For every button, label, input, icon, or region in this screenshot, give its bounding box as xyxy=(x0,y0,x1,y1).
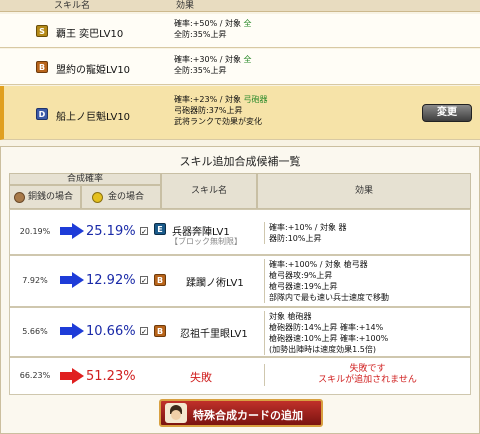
gold-coin-icon xyxy=(92,192,103,203)
effect-line: スキルが追加されません xyxy=(318,375,417,385)
copper-rate: 66.23% xyxy=(19,371,51,380)
candidate-skill-name: 忍祖千里眼LV1 xyxy=(180,329,248,340)
effect-target: 弓砲器 xyxy=(243,95,268,104)
copper-rate: 7.92% xyxy=(22,276,48,285)
skill-effect: 確率:+30% / 対象 全 全防:35%上昇 xyxy=(174,54,474,76)
effect-line: 槍砲器速:10%上昇 確率:+100% xyxy=(269,334,389,343)
fail-effect: 失敗です スキルが追加されません xyxy=(264,364,470,386)
checkbox[interactable]: ✓ xyxy=(140,276,148,285)
candidate-row-fail: 66.23% 51.23% 失敗 失敗です スキルが追加されません xyxy=(9,357,471,395)
col-rate: 合成確率 xyxy=(9,173,161,185)
effect-line: 部隊内で最も速い兵士速度で移動 xyxy=(269,293,389,302)
effect-line: 槍弓器攻:9%上昇 xyxy=(269,271,333,280)
skill-row: B 盟約の寵姫LV10 確率:+30% / 対象 全 全防:35%上昇 xyxy=(0,49,480,85)
effect-line: 槍砲器防:14%上昇 確率:+14% xyxy=(269,323,384,332)
copper-rate: 5.66% xyxy=(22,327,48,336)
candidate-skill-name: 蹂躙ノ術LV1 xyxy=(186,278,244,289)
gold-rate: 10.66% xyxy=(86,324,136,339)
arrow-right-icon xyxy=(60,323,84,339)
checkbox[interactable]: ✓ xyxy=(140,327,148,336)
skill-sub-note: 【ブロック無制限】 xyxy=(170,237,242,246)
effect-line: 失敗です xyxy=(349,364,386,374)
fail-label: 失敗 xyxy=(190,371,212,384)
candidate-effect: 確率:+100% / 対象 槍弓器 槍弓器攻:9%上昇 槍弓器速:19%上昇 部… xyxy=(264,259,470,303)
rank-b-icon: B xyxy=(154,325,166,337)
table-header: スキル名 効果 xyxy=(0,0,480,12)
rank-s-icon: S xyxy=(36,25,48,37)
effect-line: 対象 槍砲器 xyxy=(269,312,312,321)
effect-target: 全 xyxy=(243,55,252,64)
rank-d-icon: D xyxy=(36,108,48,120)
gold-rate: 51.23% xyxy=(86,369,136,384)
rank-b-icon: B xyxy=(154,274,166,286)
skill-effect: 確率:+23% / 対象 弓砲器 弓砲器防:37%上昇 武将ランクで効果が変化 xyxy=(174,94,414,127)
arrow-right-icon xyxy=(60,223,84,239)
col-effect: 効果 xyxy=(257,173,471,209)
skill-row: S 覇王 奕巴LV10 確率:+50% / 対象 全 全防:35%上昇 xyxy=(0,14,480,48)
effect-line: 槍弓器速:19%上昇 xyxy=(269,282,338,291)
col-gold-label: 金の場合 xyxy=(108,192,145,202)
copper-coin-icon xyxy=(14,192,25,203)
skill-name: 船上ノ巨魁LV10 xyxy=(56,112,131,123)
candidate-row: 7.92% 12.92% ✓ B 蹂躙ノ術LV1 確率:+100% / 対象 槍… xyxy=(9,255,471,307)
candidate-row: 20.19% 25.19% ✓ E 兵器奔陣LV1 【ブロック無制限】 確率:+… xyxy=(9,209,471,255)
gold-rate: 25.19% xyxy=(86,224,136,239)
col-copper-label: 銅銭の場合 xyxy=(28,192,74,202)
effect-detail: 全防:35%上昇 xyxy=(174,30,227,39)
effect-line: 確率:+10% / 対象 器 xyxy=(269,223,347,232)
effect-note: 武将ランクで効果が変化 xyxy=(174,117,262,126)
special-card-label: 特殊合成カードの追加 xyxy=(193,409,303,422)
arrow-right-icon xyxy=(60,272,84,288)
skill-name: 盟約の寵姫LV10 xyxy=(56,65,131,76)
effect-rate: 確率:+23% / 対象 xyxy=(174,95,244,104)
col-skill-name: スキル名 xyxy=(54,1,91,11)
effect-line: 確率:+100% / 対象 槍弓器 xyxy=(269,260,368,269)
effect-rate: 確率:+30% / 対象 xyxy=(174,55,244,64)
rank-e-icon: E xyxy=(154,223,166,235)
gold-rate: 12.92% xyxy=(86,273,136,288)
col-copper: 銅銭の場合 xyxy=(9,185,81,209)
effect-detail: 全防:35%上昇 xyxy=(174,66,227,75)
skill-row-selected[interactable]: D 船上ノ巨魁LV10 確率:+23% / 対象 弓砲器 弓砲器防:37%上昇 … xyxy=(0,86,480,140)
effect-detail: 弓砲器防:37%上昇 xyxy=(174,106,243,115)
skill-effect: 確率:+50% / 対象 全 全防:35%上昇 xyxy=(174,18,474,40)
effect-line: 器防:10%上昇 xyxy=(269,234,322,243)
arrow-right-icon xyxy=(60,368,84,384)
col-gold: 金の場合 xyxy=(81,185,161,209)
effect-target: 全 xyxy=(243,19,252,28)
checkbox[interactable]: ✓ xyxy=(140,227,148,236)
skill-name: 覇王 奕巴LV10 xyxy=(56,29,124,40)
candidate-title: スキル追加合成候補一覧 xyxy=(179,155,301,168)
effect-rate: 確率:+50% / 対象 xyxy=(174,19,244,28)
col-skill-name: スキル名 xyxy=(161,173,257,209)
candidate-effect: 確率:+10% / 対象 器 器防:10%上昇 xyxy=(264,222,470,244)
col-effect: 効果 xyxy=(176,1,195,11)
candidate-row: 5.66% 10.66% ✓ B 忍祖千里眼LV1 対象 槍砲器 槍砲器防:14… xyxy=(9,307,471,357)
candidate-effect: 対象 槍砲器 槍砲器防:14%上昇 確率:+14% 槍砲器速:10%上昇 確率:… xyxy=(264,311,470,355)
effect-line: (加勢出陣時は速度効果1.5倍) xyxy=(269,345,376,354)
change-button[interactable]: 変更 xyxy=(422,104,472,122)
special-card-button[interactable]: 特殊合成カードの追加 xyxy=(159,399,323,427)
current-skills-table: スキル名 効果 S 覇王 奕巴LV10 確率:+50% / 対象 全 全防:35… xyxy=(0,0,480,150)
candidate-panel: スキル追加合成候補一覧 合成確率 銅銭の場合 金の場合 スキル名 効果 20.1… xyxy=(0,146,480,434)
rank-b-icon: B xyxy=(36,61,48,73)
card-portrait-icon xyxy=(165,403,187,423)
copper-rate: 20.19% xyxy=(19,227,51,236)
